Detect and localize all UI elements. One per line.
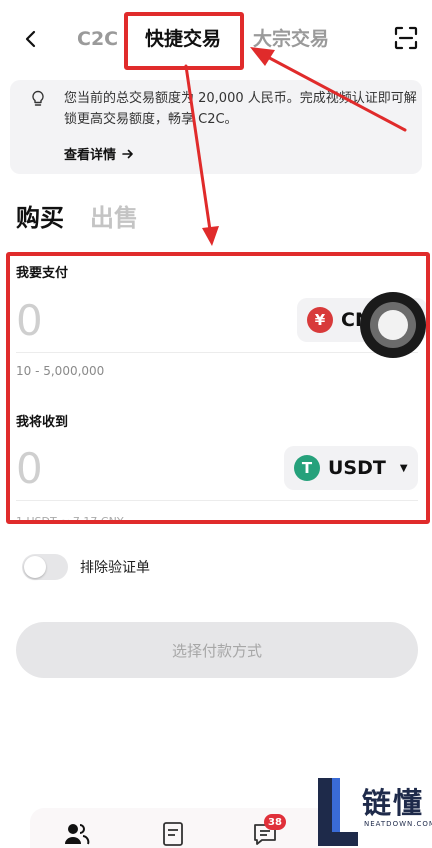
chevron-down-icon: ▼ <box>399 462 408 474</box>
toggle-knob <box>24 556 46 578</box>
arrow-right-icon <box>122 149 133 158</box>
orders-icon[interactable] <box>160 822 186 846</box>
tab-c2c[interactable]: C2C <box>77 26 118 52</box>
receive-amount-input[interactable] <box>16 438 266 498</box>
exclude-verified-row: 排除验证单 <box>22 554 150 580</box>
assistive-touch-ring <box>370 302 416 348</box>
back-button[interactable] <box>16 24 46 54</box>
receive-currency-code: USDT <box>328 457 386 479</box>
lightbulb-icon <box>32 90 44 106</box>
receive-currency-select[interactable]: T USDT ▼ <box>284 446 418 490</box>
exclude-verified-label: 排除验证单 <box>80 560 150 576</box>
cny-coin-icon: ¥ <box>307 307 333 333</box>
tab-sell[interactable]: 出售 <box>90 198 138 233</box>
users-icon[interactable] <box>64 822 90 846</box>
watermark-l-icon <box>318 778 358 846</box>
tab-quick-trade[interactable]: 快捷交易 <box>145 26 221 52</box>
tab-buy[interactable]: 购买 <box>16 198 64 233</box>
bottom-nav: 38 <box>30 808 330 848</box>
scan-button[interactable] <box>392 24 420 52</box>
tab-block-trade[interactable]: 大宗交易 <box>253 26 329 52</box>
select-payment-button[interactable]: 选择付款方式 <box>16 622 418 678</box>
quota-notice: 您当前的总交易额度为 20,000 人民币。完成视频认证即可解锁更高交易额度，畅… <box>10 80 422 174</box>
pay-divider <box>16 352 418 353</box>
assistive-touch-core <box>378 310 408 340</box>
pay-range-hint: 10 - 5,000,000 <box>16 364 105 378</box>
usdt-coin-icon: T <box>294 455 320 481</box>
receive-label: 我将收到 <box>16 415 69 430</box>
chevron-left-icon <box>25 30 36 48</box>
notice-text: 您当前的总交易额度为 20,000 人民币。完成视频认证即可解锁更高交易额度，畅… <box>64 91 417 127</box>
view-details-label: 查看详情 <box>64 148 117 163</box>
exclude-verified-toggle[interactable] <box>22 554 68 580</box>
pay-label: 我要支付 <box>16 266 69 281</box>
watermark-text: 链懂 <box>362 786 425 820</box>
watermark-domain: NEATDOWN.COM <box>364 820 432 828</box>
view-details-link[interactable]: 查看详情 <box>64 144 134 163</box>
receive-divider <box>16 500 418 501</box>
top-bar: C2C 快捷交易 大宗交易 <box>0 0 432 76</box>
pay-amount-input[interactable] <box>16 290 266 350</box>
exchange-rate-hint: 1 USDT ≈ 7.17 CNY <box>16 515 124 522</box>
scan-icon <box>394 26 418 50</box>
watermark-logo: 链懂 NEATDOWN.COM <box>318 776 432 848</box>
assistive-touch-button[interactable] <box>360 292 426 358</box>
message-badge: 38 <box>264 814 286 830</box>
